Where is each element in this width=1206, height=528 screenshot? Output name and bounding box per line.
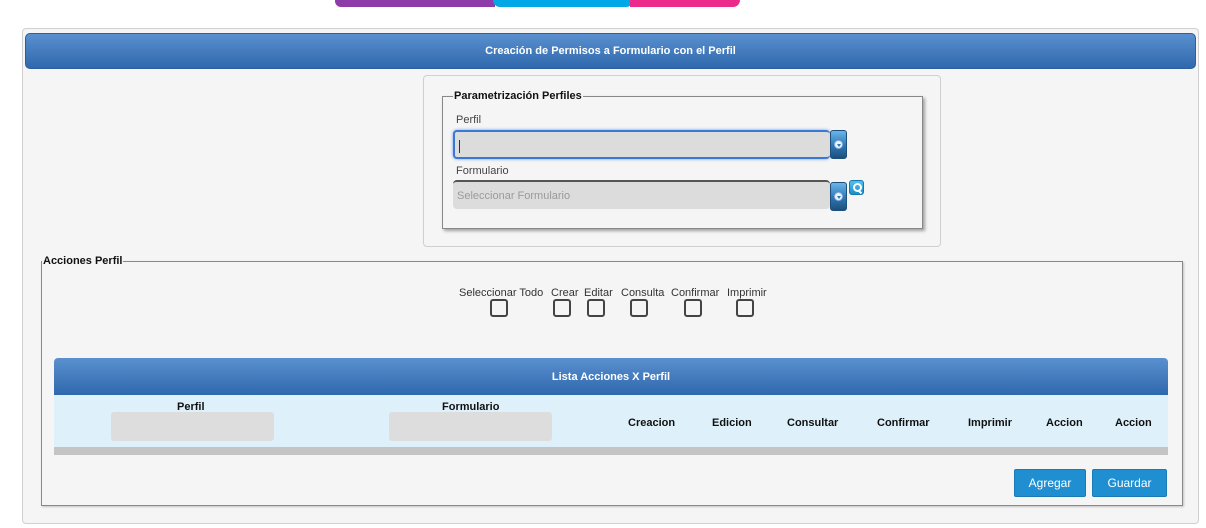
guardar-button[interactable]: Guardar	[1092, 469, 1167, 497]
search-icon[interactable]	[849, 180, 864, 195]
checkbox-editar[interactable]	[587, 299, 605, 317]
col-accion: Accion	[1046, 417, 1083, 429]
page-title: Creación de Permisos a Formulario con el…	[25, 33, 1196, 69]
param-fieldset: Parametrización Perfiles Perfil Formular…	[442, 90, 923, 229]
dropdown-icon	[834, 192, 843, 201]
brand-band-purple	[335, 0, 495, 7]
formulario-label: Formulario	[456, 165, 509, 177]
col-consultar: Consultar	[787, 417, 839, 429]
dropdown-icon	[834, 140, 843, 149]
brand-band	[335, 0, 745, 7]
col-imprimir: Imprimir	[968, 417, 1013, 429]
formulario-dropdown-button[interactable]	[830, 182, 847, 211]
lista-column-header: Perfil Formulario Creacion Edicion Consu…	[54, 395, 1168, 447]
chk-label-confirmar: Confirmar	[671, 287, 720, 299]
lista-title: Lista Acciones X Perfil	[54, 358, 1168, 395]
chk-label-editar: Editar	[584, 287, 613, 299]
formulario-input[interactable]: Seleccionar Formulario	[453, 180, 830, 209]
chk-label-crear: Crear	[551, 287, 579, 299]
col-accion-2: Accion	[1115, 417, 1152, 429]
col-confirmar: Confirmar	[877, 417, 930, 429]
col-edicion: Edicion	[712, 417, 752, 429]
checkbox-seleccionar-todo[interactable]	[490, 299, 508, 317]
brand-band-pink	[630, 0, 740, 7]
perfil-dropdown-button[interactable]	[830, 130, 847, 159]
perfil-label: Perfil	[456, 114, 482, 126]
perfil-input[interactable]	[453, 130, 830, 159]
brand-band-cyan	[493, 0, 633, 7]
formulario-filter-input[interactable]	[389, 412, 552, 441]
acciones-legend: Acciones Perfil	[43, 255, 123, 267]
chk-label-seleccionar-todo: Seleccionar Todo	[459, 287, 544, 299]
checkbox-confirmar[interactable]	[684, 299, 702, 317]
col-creacion: Creacion	[628, 417, 676, 429]
text-caret	[459, 140, 460, 153]
checkbox-crear[interactable]	[553, 299, 571, 317]
perfil-filter-input[interactable]	[111, 412, 274, 441]
checkbox-imprimir[interactable]	[736, 299, 754, 317]
checkbox-consulta[interactable]	[630, 299, 648, 317]
acciones-fieldset: Acciones Perfil Seleccionar Todo Crear E…	[41, 255, 1183, 506]
main-panel: Creación de Permisos a Formulario con el…	[22, 28, 1199, 524]
chk-label-imprimir: Imprimir	[727, 287, 767, 299]
param-legend: Parametrización Perfiles	[454, 90, 582, 102]
formulario-placeholder: Seleccionar Formulario	[457, 190, 571, 202]
horizontal-scrollbar[interactable]	[54, 447, 1168, 455]
param-box: Parametrización Perfiles Perfil Formular…	[423, 75, 941, 247]
chk-label-consulta: Consulta	[621, 287, 665, 299]
agregar-button[interactable]: Agregar	[1014, 469, 1086, 497]
